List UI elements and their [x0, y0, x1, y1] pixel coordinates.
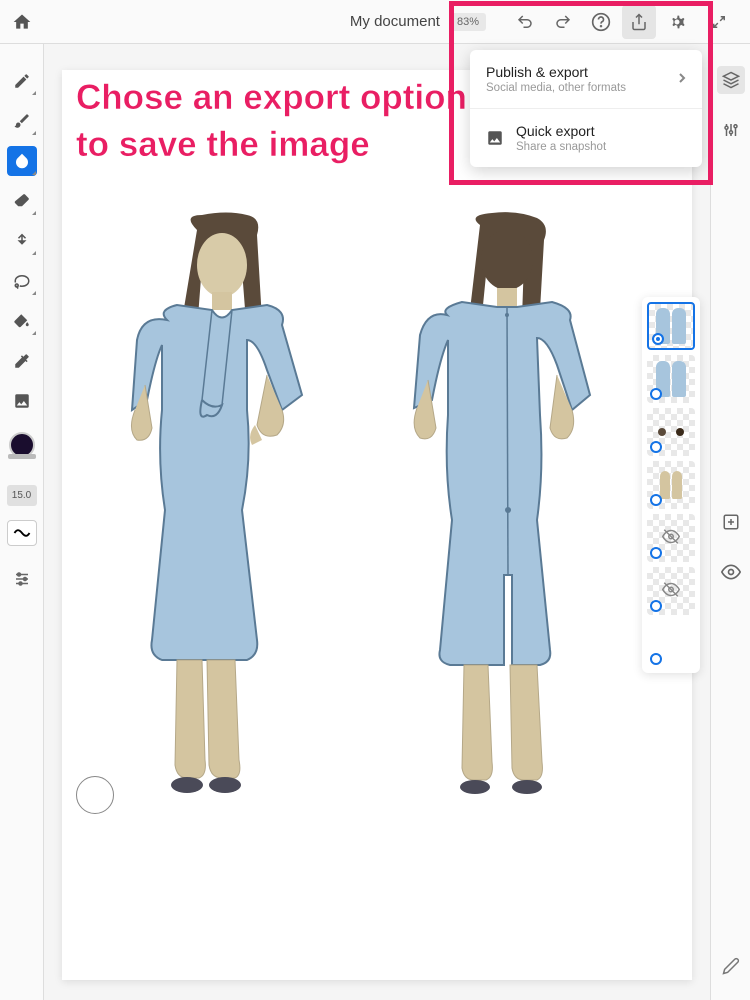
layers-button[interactable] [717, 66, 745, 94]
right-toolbar [710, 44, 750, 1000]
document-title[interactable]: My document [350, 13, 440, 30]
image-tool[interactable] [7, 386, 37, 416]
plus-square-icon [722, 513, 740, 531]
artwork [62, 70, 692, 980]
pencil-tool[interactable] [7, 66, 37, 96]
bucket-icon [13, 312, 31, 330]
annotation-line1: Chose an export option [76, 74, 467, 121]
layer-selected-indicator [650, 388, 662, 400]
fullscreen-button[interactable] [702, 5, 736, 39]
eyedropper-icon [13, 352, 31, 370]
eyedropper-tool[interactable] [7, 346, 37, 376]
layer-selected-indicator [652, 333, 664, 345]
annotation-line2: to save the image [76, 121, 467, 168]
home-icon [12, 12, 32, 32]
layer-selected-indicator [650, 441, 662, 453]
sliders-vertical-icon [722, 121, 740, 139]
header-bar: My document 83% [0, 0, 750, 44]
lasso-icon [13, 272, 31, 290]
zoom-level[interactable]: 83% [450, 13, 486, 31]
lasso-tool[interactable] [7, 266, 37, 296]
share-icon [630, 13, 648, 31]
brush-smoothing-button[interactable] [7, 520, 37, 546]
layer-thumbnail[interactable] [647, 620, 695, 668]
eraser-icon [13, 192, 31, 210]
paintbrush-icon [13, 112, 31, 130]
annotation-text: Chose an export option to save the image [76, 74, 467, 169]
eraser-tool[interactable] [7, 186, 37, 216]
brush-size-value[interactable]: 15.0 [7, 485, 37, 506]
sliders-icon [13, 570, 31, 588]
undo-icon [515, 13, 535, 31]
pencil-icon [13, 72, 31, 90]
layer-thumbnail[interactable] [647, 408, 695, 456]
fill-tool[interactable] [7, 306, 37, 336]
chevron-right-icon [678, 71, 686, 87]
image-icon [13, 392, 31, 410]
brush-size-slider-handle[interactable] [8, 454, 36, 459]
export-option-title: Quick export [516, 123, 686, 139]
canvas[interactable] [62, 70, 692, 980]
redo-icon [553, 13, 573, 31]
pencil-icon [722, 957, 740, 975]
eye-off-icon [662, 528, 680, 549]
home-button[interactable] [12, 12, 32, 32]
canvas-area [44, 44, 710, 1000]
droplet-brush-icon [13, 152, 31, 170]
eye-off-icon [662, 581, 680, 602]
layer-selected-indicator [650, 653, 662, 665]
gear-icon [667, 12, 687, 32]
settings-button[interactable] [660, 5, 694, 39]
layers-icon [722, 71, 740, 89]
move-tool[interactable] [7, 226, 37, 256]
publish-export-option[interactable]: Publish & export Social media, other for… [470, 50, 702, 109]
brush-tool[interactable] [7, 106, 37, 136]
brush-settings-button[interactable] [7, 564, 37, 594]
export-menu: Publish & export Social media, other for… [470, 50, 702, 167]
layer-selected-indicator [650, 547, 662, 559]
export-option-subtitle: Share a snapshot [516, 141, 686, 153]
undo-button[interactable] [508, 5, 542, 39]
wave-icon [13, 528, 31, 538]
layer-selected-indicator [650, 600, 662, 612]
layers-panel [642, 297, 700, 673]
help-icon [591, 12, 611, 32]
brush-cursor-preview [76, 776, 114, 814]
left-toolbar: 15.0 [0, 44, 44, 1000]
export-option-title: Publish & export [486, 64, 666, 80]
layer-selected-indicator [650, 494, 662, 506]
layer-thumbnail[interactable] [647, 514, 695, 562]
layer-thumbnail[interactable] [647, 355, 695, 403]
expand-icon [712, 15, 726, 29]
export-option-subtitle: Social media, other formats [486, 82, 666, 94]
edit-button[interactable] [717, 952, 745, 980]
adjustments-button[interactable] [717, 116, 745, 144]
visibility-button[interactable] [717, 558, 745, 586]
layer-thumbnail[interactable] [647, 461, 695, 509]
watercolor-tool[interactable] [7, 146, 37, 176]
redo-button[interactable] [546, 5, 580, 39]
quick-export-option[interactable]: Quick export Share a snapshot [470, 109, 702, 167]
help-button[interactable] [584, 5, 618, 39]
image-icon [486, 129, 504, 147]
add-button[interactable] [717, 508, 745, 536]
move-icon [13, 232, 31, 250]
layer-thumbnail[interactable] [647, 302, 695, 350]
layer-thumbnail[interactable] [647, 567, 695, 615]
eye-icon [721, 562, 741, 582]
share-button[interactable] [622, 5, 656, 39]
